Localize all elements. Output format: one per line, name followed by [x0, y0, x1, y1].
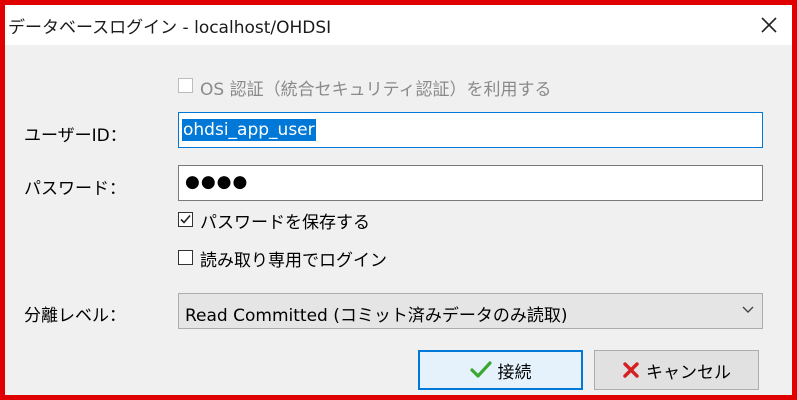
close-icon: [761, 17, 777, 33]
chevron-down-icon: [742, 306, 754, 313]
user-id-input[interactable]: ohdsi_app_user: [178, 112, 763, 148]
isolation-level-select[interactable]: Read Committed (コミット済みデータのみ読取): [178, 293, 763, 329]
save-password-checkbox[interactable]: [178, 212, 193, 227]
save-password-label: パスワードを保存する: [200, 213, 370, 233]
window-title: データベースログイン - localhost/OHDSI: [8, 18, 332, 38]
readonly-login-checkbox[interactable]: [178, 250, 193, 265]
password-input[interactable]: ●●●●: [178, 165, 763, 201]
cancel-button-label: キャンセル: [646, 362, 731, 383]
checkmark-icon: [469, 361, 492, 378]
os-auth-checkbox[interactable]: [178, 78, 193, 93]
user-id-value: ohdsi_app_user: [182, 119, 316, 141]
dialog-body: OS 認証（統合セキュリティ認証）を利用する ユーザーID： ohdsi_app…: [5, 45, 792, 395]
connect-button-label: 接続: [497, 362, 532, 383]
password-label: パスワード：: [24, 179, 126, 199]
password-value: ●●●●: [185, 172, 249, 192]
readonly-login-label: 読み取り専用でログイン: [200, 251, 387, 271]
isolation-level-label: 分離レベル：: [24, 306, 126, 326]
cancel-button[interactable]: キャンセル: [594, 350, 759, 390]
title-bar: データベースログイン - localhost/OHDSI: [5, 5, 792, 45]
isolation-level-value: Read Committed (コミット済みデータのみ読取): [185, 306, 568, 326]
cross-icon: [623, 362, 639, 378]
checkmark-icon: [180, 214, 191, 224]
connect-button[interactable]: 接続: [418, 350, 583, 390]
close-button[interactable]: [752, 9, 786, 41]
os-auth-label: OS 認証（統合セキュリティ認証）を利用する: [200, 80, 552, 100]
user-id-label: ユーザーID：: [24, 126, 127, 146]
